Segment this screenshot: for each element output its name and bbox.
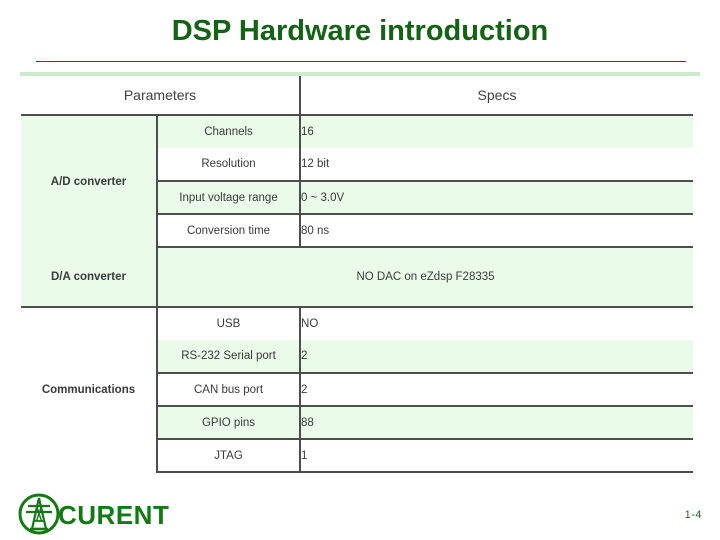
category-label-communications: Communications	[21, 307, 158, 472]
parameter-label: RS-232 Serial port	[157, 340, 302, 374]
parameter-label: Channels	[157, 115, 302, 148]
table-row: A/D converter Channels 16	[21, 115, 694, 247]
specs-table: Parameters Specs A/D converter Channels …	[21, 76, 694, 473]
spec-value: 1	[300, 439, 694, 473]
transmission-tower-icon	[18, 493, 60, 535]
curent-logo-svg: CURENT	[18, 493, 169, 535]
page-number: 1-4	[684, 509, 702, 521]
curent-logo: CURENT	[14, 492, 224, 536]
parameter-label: Conversion time	[157, 214, 302, 248]
title-rule-dark	[36, 61, 686, 62]
logo-wordmark: CURENT	[58, 500, 169, 530]
parameter-label: Resolution	[157, 148, 302, 182]
parameter-label: CAN bus port	[157, 373, 302, 407]
da-converter-note: NO DAC on eZdsp F28335	[157, 247, 694, 308]
spec-value: NO	[300, 307, 694, 340]
column-header-parameters: Parameters	[21, 76, 302, 116]
spec-value: 88	[300, 406, 694, 440]
table-header-row: Parameters Specs	[21, 76, 694, 116]
spec-value: 2	[300, 340, 694, 374]
column-header-specs: Specs	[300, 76, 694, 116]
spec-value: 0 ~ 3.0V	[300, 181, 694, 215]
page-title: DSP Hardware introduction	[171, 15, 549, 47]
spec-value: 80 ns	[300, 214, 694, 248]
category-label-ad-converter: A/D converter	[21, 115, 158, 247]
spec-value: 2	[300, 373, 694, 407]
category-label-da-converter: D/A converter	[21, 247, 158, 308]
parameter-label: GPIO pins	[157, 406, 302, 440]
spec-value: 16	[300, 115, 694, 148]
table-row: Communications USB NO	[21, 307, 694, 472]
parameter-label: USB	[157, 307, 302, 340]
spec-value: 12 bit	[300, 148, 694, 182]
table-row: D/A converter NO DAC on eZdsp F28335	[21, 247, 694, 308]
parameter-label: Input voltage range	[157, 181, 302, 215]
parameter-label: JTAG	[157, 439, 302, 473]
